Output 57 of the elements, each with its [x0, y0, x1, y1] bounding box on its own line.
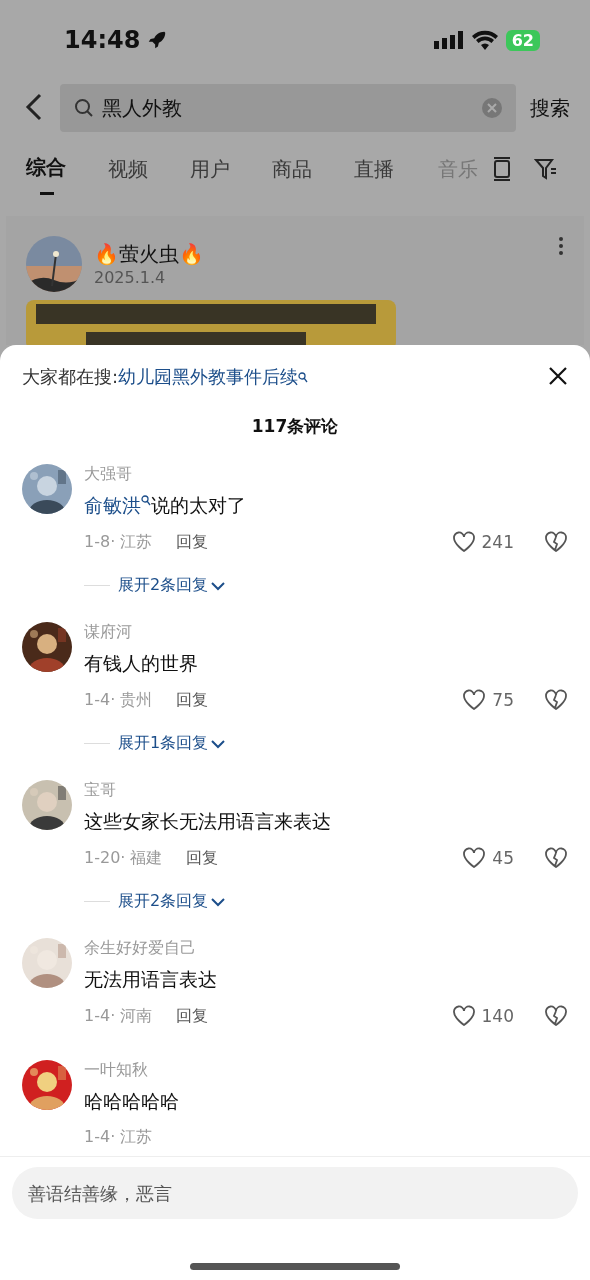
comment-text: 俞敏洪 说的太对了 [84, 493, 247, 518]
comment-meta: 1-8· 江苏 [84, 531, 153, 553]
mention-link[interactable]: 俞敏洪 [84, 494, 151, 516]
chevron-down-icon [210, 579, 227, 592]
search-button[interactable]: 搜索 [530, 94, 570, 122]
reply-button[interactable]: 回复 [176, 1005, 209, 1027]
search-field[interactable]: 黑人外教 [60, 84, 516, 132]
tablet-icon[interactable] [492, 157, 512, 181]
comment-meta: 1-4· 贵州 [84, 689, 153, 711]
wifi-icon [471, 30, 498, 50]
search-icon [141, 495, 151, 507]
like-count: 45 [492, 848, 514, 868]
like-count: 75 [492, 690, 514, 710]
comment-count: 117条评论 [250, 415, 340, 438]
trending-link[interactable]: 幼儿园黑外教事件后续 [118, 365, 299, 389]
reply-button[interactable]: 回复 [176, 689, 209, 711]
comment-text: 这些女家长无法用语言来表达 [84, 809, 332, 834]
comment-text: 有钱人的世界 [84, 651, 199, 676]
broken-heart-icon[interactable] [544, 531, 568, 553]
tab[interactable]: 视频 [108, 155, 148, 197]
comment-input[interactable]: 善语结善缘，恶言 [12, 1167, 578, 1219]
author-name[interactable]: 🔥萤火虫🔥 [94, 241, 204, 268]
tab[interactable]: 直播 [354, 155, 394, 197]
broken-heart-icon[interactable] [544, 847, 568, 869]
broken-heart-icon[interactable] [544, 1005, 568, 1027]
tab[interactable]: 商品 [272, 155, 312, 197]
like-count: 140 [481, 1006, 514, 1026]
battery-level: 62 [505, 29, 540, 51]
post-date: 2025.1.4 [94, 268, 167, 287]
trending-label: 大家都在搜: [22, 365, 119, 389]
tab[interactable]: 用户 [190, 155, 230, 197]
heart-icon[interactable] [451, 1005, 476, 1027]
expand-replies-button[interactable]: 展开1条回复 [118, 733, 227, 754]
search-icon [298, 372, 309, 384]
comment-text: 哈哈哈哈哈 [84, 1089, 180, 1114]
filter-icon[interactable] [534, 157, 558, 181]
heart-icon[interactable] [451, 531, 476, 553]
broken-heart-icon[interactable] [544, 689, 568, 711]
heart-icon[interactable] [462, 847, 487, 869]
tab[interactable]: 综合 [26, 154, 66, 198]
like-count: 241 [481, 532, 514, 552]
expand-replies-button[interactable]: 展开2条回复 [118, 891, 227, 912]
reply-button[interactable]: 回复 [176, 531, 209, 553]
comment-meta: 1-4· 江苏 [84, 1127, 153, 1148]
chevron-down-icon [210, 895, 227, 908]
comment-meta: 1-4· 河南 [84, 1005, 153, 1027]
comment-meta: 1-20· 福建 [84, 847, 163, 869]
reply-button[interactable]: 回复 [186, 847, 219, 869]
more-icon[interactable] [558, 236, 564, 256]
post-card[interactable]: 🔥萤火虫🔥 2025.1.4 [6, 216, 584, 345]
heart-icon[interactable] [462, 689, 487, 711]
expand-replies-button[interactable]: 展开2条回复 [118, 575, 227, 596]
chevron-down-icon [210, 737, 227, 750]
signal-icon [433, 31, 464, 49]
search-icon [74, 98, 94, 118]
clock-time: 14:48 [64, 26, 141, 54]
comment-text: 无法用语言表达 [84, 967, 218, 992]
